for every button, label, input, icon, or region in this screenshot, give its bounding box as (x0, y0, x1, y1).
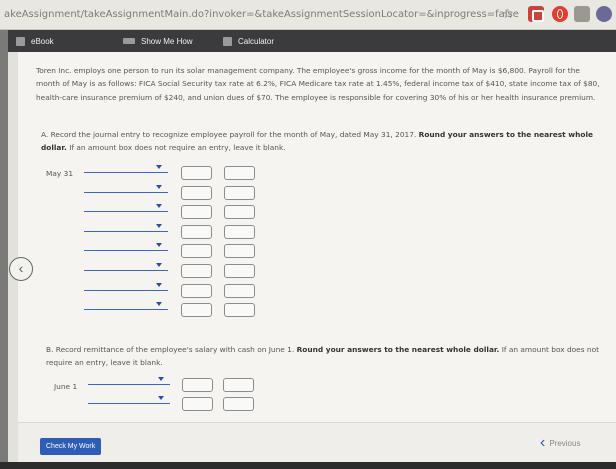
part-b-date-label: June 1 (54, 382, 78, 391)
part-a-account-select[interactable] (84, 202, 168, 213)
caret-down-icon (156, 204, 162, 209)
caret-down-icon (158, 396, 164, 400)
part-a-credit-input[interactable] (224, 244, 255, 259)
video-icon (123, 38, 135, 44)
caret-down-icon (156, 223, 162, 228)
caret-down-icon (156, 243, 162, 248)
opera-icon[interactable] (552, 6, 568, 22)
part-a-credit-input[interactable] (224, 166, 255, 180)
book-icon (16, 36, 25, 46)
part-a-debit-input[interactable] (181, 205, 212, 220)
bookmark-star-icon[interactable]: ☆ (500, 6, 516, 22)
caret-down-icon (158, 377, 164, 381)
part-a-debit-input[interactable] (181, 303, 212, 318)
part-b-instructions: B. Record remittance of the employee's s… (46, 344, 606, 369)
part-a-text-start: A. Record the journal entry to recognize… (41, 130, 417, 139)
part-a-account-select[interactable] (84, 261, 168, 271)
caret-down-icon (156, 184, 162, 189)
caret-down-icon (156, 263, 162, 267)
part-a-credit-input[interactable] (224, 303, 255, 318)
assignment-toolbar: eBook Show Me How Calculator (8, 30, 616, 52)
chevron-left-icon: ‹ (540, 434, 546, 451)
part-a-account-select[interactable] (84, 183, 168, 193)
back-arrow-button[interactable]: ‹ (9, 257, 33, 281)
part-a-text-end: If an amount box does not require an ent… (69, 142, 286, 152)
part-b-text-start: B. Record remittance of the employee's s… (46, 345, 295, 354)
part-a-debit-input[interactable] (181, 224, 212, 239)
calculator-label: Calculator (238, 36, 275, 46)
browser-address-bar[interactable]: akeAssignment/takeAssignmentMain.do?invo… (0, 0, 616, 30)
part-a-instructions: A. Record the journal entry to recognize… (41, 129, 601, 154)
url-text[interactable]: akeAssignment/takeAssignmentMain.do?invo… (4, 9, 519, 20)
part-a-account-select[interactable] (84, 163, 168, 173)
part-a-credit-input[interactable] (224, 185, 255, 200)
part-b-debit-input[interactable] (182, 397, 213, 411)
calculator-button[interactable]: Calculator (223, 30, 274, 52)
extension-gray-icon[interactable] (574, 6, 590, 22)
caret-down-icon (156, 282, 162, 287)
part-a-debit-input[interactable] (181, 166, 212, 180)
part-a-debit-input[interactable] (181, 185, 212, 200)
part-b-credit-input[interactable] (223, 397, 254, 411)
part-a-credit-input[interactable] (224, 264, 255, 278)
extension-icon[interactable] (528, 6, 544, 22)
part-a-account-select[interactable] (84, 241, 168, 252)
part-a-credit-input[interactable] (224, 205, 255, 220)
part-b-bold-text: Round your answers to the nearest whole … (296, 345, 500, 354)
part-b-account-select[interactable] (88, 394, 170, 404)
part-a-account-select[interactable] (84, 300, 168, 311)
part-a-debit-input[interactable] (181, 283, 212, 298)
caret-down-icon (156, 302, 162, 307)
ebook-button[interactable]: eBook (16, 30, 54, 52)
calculator-icon (223, 36, 232, 46)
part-a-credit-input[interactable] (224, 283, 255, 298)
part-b-debit-input[interactable] (182, 378, 213, 392)
show-me-how-label: Show Me How (141, 36, 193, 46)
previous-label: Previous (549, 438, 581, 448)
part-a-date-label: May 31 (46, 169, 74, 178)
part-a-account-select[interactable] (84, 222, 168, 232)
part-a-debit-input[interactable] (181, 264, 212, 278)
check-my-work-button[interactable]: Check My Work (40, 438, 102, 455)
part-a-debit-input[interactable] (181, 244, 212, 259)
part-a-account-select[interactable] (84, 281, 168, 291)
caret-down-icon (156, 165, 162, 169)
profile-icon[interactable] (596, 6, 612, 22)
ebook-label: eBook (31, 36, 54, 46)
show-me-how-button[interactable]: Show Me How (123, 30, 193, 52)
part-b-account-select[interactable] (88, 375, 170, 385)
problem-statement: Toren Inc. employs one person to run its… (36, 66, 600, 102)
screen-bezel (0, 462, 616, 469)
previous-button[interactable]: ‹ Previous (540, 434, 580, 452)
part-a-credit-input[interactable] (224, 224, 255, 239)
part-b-credit-input[interactable] (223, 378, 254, 392)
